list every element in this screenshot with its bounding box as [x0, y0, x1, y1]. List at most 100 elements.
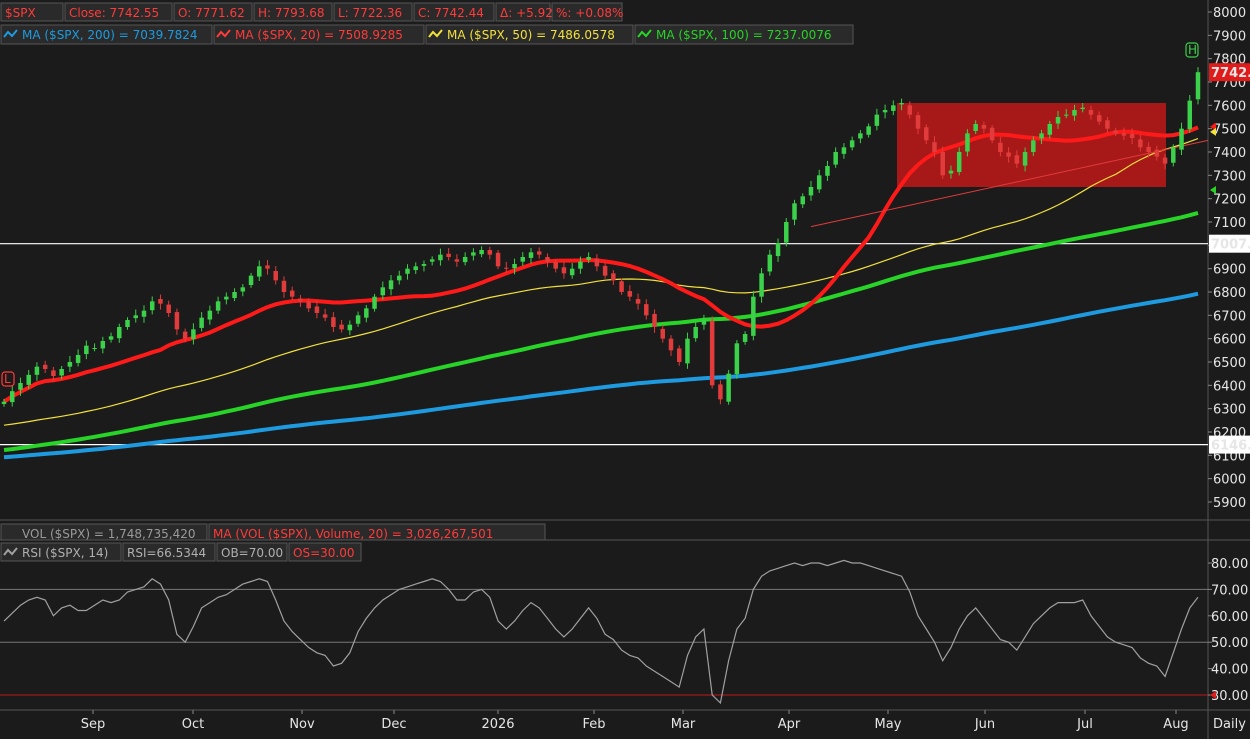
candle-body[interactable]: [504, 267, 509, 269]
candle-body[interactable]: [973, 124, 978, 131]
candle-body[interactable]: [816, 175, 822, 190]
candle-body[interactable]: [660, 328, 666, 339]
candle-body[interactable]: [644, 304, 649, 316]
candle-body[interactable]: [240, 287, 246, 292]
candle-body[interactable]: [133, 315, 139, 319]
candle-body[interactable]: [232, 292, 237, 299]
candle-body[interactable]: [281, 280, 287, 292]
candle-body[interactable]: [1047, 124, 1053, 135]
candle-body[interactable]: [446, 253, 451, 257]
candle-body[interactable]: [405, 268, 410, 274]
candle-body[interactable]: [833, 152, 838, 165]
candle-body[interactable]: [347, 324, 353, 331]
candle-body[interactable]: [668, 338, 674, 351]
candle-body[interactable]: [421, 264, 427, 266]
candle-body[interactable]: [125, 320, 130, 327]
candle-body[interactable]: [84, 345, 89, 355]
candle-body[interactable]: [858, 133, 863, 139]
candle-body[interactable]: [767, 254, 773, 272]
candle-body[interactable]: [1121, 133, 1127, 136]
candle-body[interactable]: [117, 327, 122, 339]
candle-body[interactable]: [701, 320, 707, 325]
candle-body[interactable]: [429, 259, 435, 262]
candle-body[interactable]: [1105, 120, 1110, 129]
candle-body[interactable]: [866, 126, 871, 135]
candle-body[interactable]: [948, 170, 954, 174]
candle-body[interactable]: [487, 250, 493, 255]
candle-body[interactable]: [207, 310, 213, 320]
candle-body[interactable]: [224, 296, 229, 300]
candle-body[interactable]: [981, 124, 987, 129]
candle-body[interactable]: [726, 373, 731, 402]
candle-body[interactable]: [1031, 140, 1036, 152]
candle-body[interactable]: [67, 362, 73, 367]
candle-body[interactable]: [569, 268, 575, 276]
candle-body[interactable]: [166, 304, 171, 313]
candle-body[interactable]: [1014, 155, 1020, 164]
candle-body[interactable]: [627, 291, 633, 297]
candle-body[interactable]: [512, 264, 517, 269]
candle-body[interactable]: [619, 281, 624, 292]
candle-body[interactable]: [388, 280, 394, 290]
candle-body[interactable]: [413, 266, 418, 271]
candle-body[interactable]: [1088, 110, 1094, 115]
candle-body[interactable]: [1154, 149, 1160, 157]
candle-body[interactable]: [1006, 152, 1011, 157]
candle-body[interactable]: [685, 338, 690, 364]
candle-body[interactable]: [1187, 100, 1193, 130]
candle-body[interactable]: [891, 105, 896, 111]
candle-body[interactable]: [322, 314, 328, 318]
candle-body[interactable]: [92, 348, 97, 349]
candle-body[interactable]: [265, 265, 270, 269]
candle-body[interactable]: [314, 306, 320, 313]
candle-body[interactable]: [108, 336, 114, 340]
candle-body[interactable]: [1179, 128, 1184, 150]
end-marker[interactable]: H: [1185, 42, 1199, 58]
candle-body[interactable]: [1, 401, 7, 404]
candle-body[interactable]: [248, 275, 254, 285]
candle-body[interactable]: [528, 252, 534, 258]
candle-body[interactable]: [932, 142, 937, 152]
candle-body[interactable]: [536, 251, 542, 255]
candle-body[interactable]: [775, 243, 781, 257]
candle-body[interactable]: [1039, 133, 1044, 139]
candle-body[interactable]: [553, 262, 558, 269]
candle-body[interactable]: [1096, 115, 1102, 122]
candle-body[interactable]: [364, 308, 369, 318]
candle-body[interactable]: [462, 257, 468, 263]
candle-body[interactable]: [718, 384, 723, 400]
candle-body[interactable]: [1022, 152, 1028, 166]
candle-body[interactable]: [18, 383, 23, 390]
candle-body[interactable]: [9, 391, 15, 403]
candle-body[interactable]: [956, 152, 962, 173]
candle-body[interactable]: [545, 257, 550, 262]
candle-body[interactable]: [915, 115, 921, 129]
candle-body[interactable]: [784, 222, 789, 243]
periodicity-label[interactable]: Daily: [1213, 717, 1246, 732]
candle-body[interactable]: [34, 366, 40, 375]
candle-body[interactable]: [578, 261, 583, 269]
candle-body[interactable]: [874, 114, 880, 126]
candle-body[interactable]: [1129, 133, 1135, 138]
candle-body[interactable]: [1195, 72, 1201, 100]
candle-body[interactable]: [652, 313, 657, 327]
candle-body[interactable]: [1162, 157, 1168, 164]
candle-body[interactable]: [1055, 117, 1061, 124]
candle-body[interactable]: [372, 296, 377, 309]
candle-body[interactable]: [182, 331, 188, 339]
candle-body[interactable]: [380, 287, 386, 296]
candle-body[interactable]: [611, 273, 616, 281]
candle-body[interactable]: [51, 370, 56, 376]
candle-body[interactable]: [882, 110, 888, 113]
candle-body[interactable]: [759, 273, 764, 297]
candle-body[interactable]: [940, 152, 945, 176]
candle-body[interactable]: [520, 257, 526, 262]
candle-body[interactable]: [454, 259, 460, 262]
candle-body[interactable]: [59, 369, 64, 376]
candle-body[interactable]: [709, 320, 715, 386]
candle-body[interactable]: [355, 315, 361, 324]
candle-body[interactable]: [965, 133, 970, 152]
candle-body[interactable]: [306, 301, 311, 309]
candle-body[interactable]: [1146, 146, 1151, 152]
candle-body[interactable]: [792, 203, 797, 220]
